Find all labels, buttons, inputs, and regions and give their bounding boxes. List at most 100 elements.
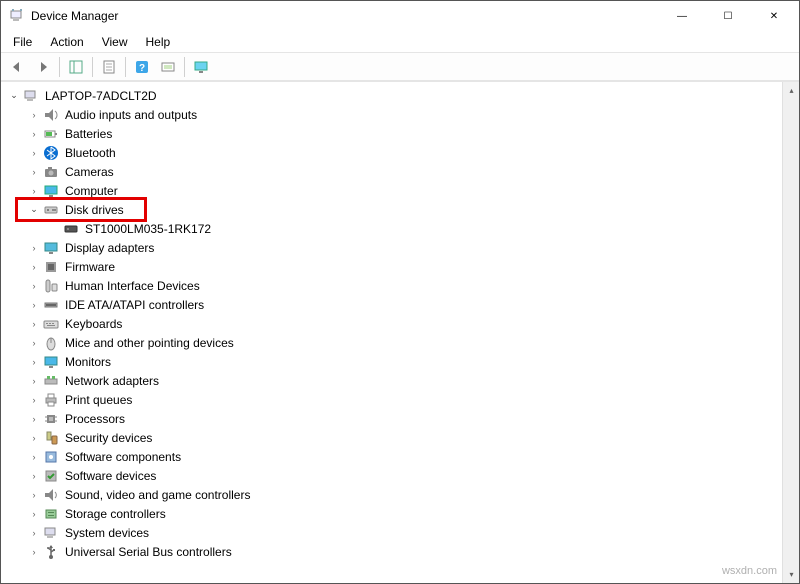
tree-category[interactable]: ›Software components [5, 447, 799, 466]
expand-icon[interactable]: › [27, 545, 41, 559]
system-icon [43, 525, 59, 541]
properties-button[interactable] [97, 55, 121, 79]
collapse-icon[interactable]: ⌄ [27, 203, 41, 217]
titlebar: Device Manager — ☐ ✕ [1, 1, 799, 31]
disk-icon [43, 202, 59, 218]
tree-root-label: LAPTOP-7ADCLT2D [43, 88, 159, 104]
expand-icon[interactable]: › [27, 146, 41, 160]
expand-icon[interactable]: › [27, 241, 41, 255]
tree-category[interactable]: ⌄Disk drives [5, 200, 799, 219]
expand-icon[interactable]: › [27, 336, 41, 350]
tree-category[interactable]: › Bluetooth [5, 143, 799, 162]
tree-category-label: IDE ATA/ATAPI controllers [63, 297, 206, 313]
tree-category-label: Audio inputs and outputs [63, 107, 199, 123]
expand-icon[interactable]: › [27, 108, 41, 122]
menu-help[interactable]: Help [138, 33, 179, 51]
monitor-icon [43, 354, 59, 370]
scan-hardware-button[interactable] [156, 55, 180, 79]
tree-category-label: Monitors [63, 354, 113, 370]
expand-icon[interactable]: › [27, 507, 41, 521]
help-button[interactable]: ? [130, 55, 154, 79]
tree-category-label: System devices [63, 525, 151, 541]
vertical-scrollbar[interactable]: ▴ ▾ [782, 82, 799, 583]
processor-icon [43, 411, 59, 427]
tree-category-label: Storage controllers [63, 506, 168, 522]
tree-category[interactable]: ›Cameras [5, 162, 799, 181]
tree-category[interactable]: › Universal Serial Bus controllers [5, 542, 799, 561]
expand-icon[interactable]: › [27, 488, 41, 502]
tree-category[interactable]: ›Mice and other pointing devices [5, 333, 799, 352]
menu-view[interactable]: View [94, 33, 136, 51]
tree-device[interactable]: ST1000LM035-1RK172 [5, 219, 799, 238]
toolbar-separator [125, 57, 126, 77]
toolbar: ? [1, 53, 799, 81]
tree-category[interactable]: › IDE ATA/ATAPI controllers [5, 295, 799, 314]
maximize-button[interactable]: ☐ [705, 1, 751, 31]
expand-icon[interactable]: › [27, 317, 41, 331]
tree-category[interactable]: › Monitors [5, 352, 799, 371]
show-hide-tree-button[interactable] [64, 55, 88, 79]
tree-category[interactable]: › Software devices [5, 466, 799, 485]
computer-icon [23, 88, 39, 104]
expand-icon[interactable]: › [27, 526, 41, 540]
tree-category[interactable]: › System devices [5, 523, 799, 542]
scroll-down-button[interactable]: ▾ [783, 566, 799, 583]
expand-icon[interactable]: › [27, 127, 41, 141]
minimize-button[interactable]: — [659, 1, 705, 31]
expand-icon[interactable]: › [27, 260, 41, 274]
battery-icon [43, 126, 59, 142]
expand-icon[interactable]: ⌄ [7, 89, 21, 103]
tree-category[interactable]: › Firmware [5, 257, 799, 276]
tree-category-label: Computer [63, 183, 120, 199]
tree-category-label: Firmware [63, 259, 117, 275]
expand-icon[interactable]: › [27, 298, 41, 312]
watermark: wsxdn.com [722, 565, 777, 577]
bluetooth-icon [43, 145, 59, 161]
network-icon [43, 373, 59, 389]
expand-icon[interactable]: › [27, 279, 41, 293]
tree-category[interactable]: ›Processors [5, 409, 799, 428]
tree-category[interactable]: ›Human Interface Devices [5, 276, 799, 295]
expand-icon[interactable]: › [27, 165, 41, 179]
expand-icon[interactable]: › [27, 374, 41, 388]
scroll-up-button[interactable]: ▴ [783, 82, 799, 99]
tree-category-label: Keyboards [63, 316, 124, 332]
tree-category-label: Sound, video and game controllers [63, 487, 252, 503]
tree-category[interactable]: ›Batteries [5, 124, 799, 143]
ide-icon [43, 297, 59, 313]
expand-icon[interactable]: › [27, 355, 41, 369]
tree-category-label: Universal Serial Bus controllers [63, 544, 234, 560]
expand-icon[interactable]: › [27, 450, 41, 464]
menu-action[interactable]: Action [42, 33, 91, 51]
forward-button[interactable] [31, 55, 55, 79]
expand-icon[interactable]: › [27, 412, 41, 426]
expand-icon[interactable]: › [27, 431, 41, 445]
tree-root[interactable]: ⌄ LAPTOP-7ADCLT2D [5, 86, 799, 105]
tree-category[interactable]: ›Security devices [5, 428, 799, 447]
device-tree[interactable]: ⌄LAPTOP-7ADCLT2D›Audio inputs and output… [1, 82, 799, 565]
tree-category[interactable]: ›Network adapters [5, 371, 799, 390]
expand-icon[interactable]: › [27, 393, 41, 407]
tree-category[interactable]: › Storage controllers [5, 504, 799, 523]
menubar: File Action View Help [1, 31, 799, 53]
computer-icon [43, 183, 59, 199]
tree-category[interactable]: › Audio inputs and outputs [5, 105, 799, 124]
back-button[interactable] [5, 55, 29, 79]
expand-icon[interactable]: › [27, 469, 41, 483]
swcomp-icon [43, 449, 59, 465]
tree-category[interactable]: › Computer [5, 181, 799, 200]
tree-category-label: Bluetooth [63, 145, 118, 161]
tree-category[interactable]: › Display adapters [5, 238, 799, 257]
expand-icon[interactable]: › [27, 184, 41, 198]
tree-category[interactable]: ›Print queues [5, 390, 799, 409]
toolbar-separator [184, 57, 185, 77]
menu-file[interactable]: File [5, 33, 40, 51]
tree-category[interactable]: › Keyboards [5, 314, 799, 333]
tree-category[interactable]: › Sound, video and game controllers [5, 485, 799, 504]
tree-category-label: Display adapters [63, 240, 156, 256]
tree-category-label: Software devices [63, 468, 158, 484]
window-title: Device Manager [31, 9, 118, 23]
close-button[interactable]: ✕ [751, 1, 797, 31]
window-controls: — ☐ ✕ [659, 1, 797, 31]
monitor-button[interactable] [189, 55, 213, 79]
